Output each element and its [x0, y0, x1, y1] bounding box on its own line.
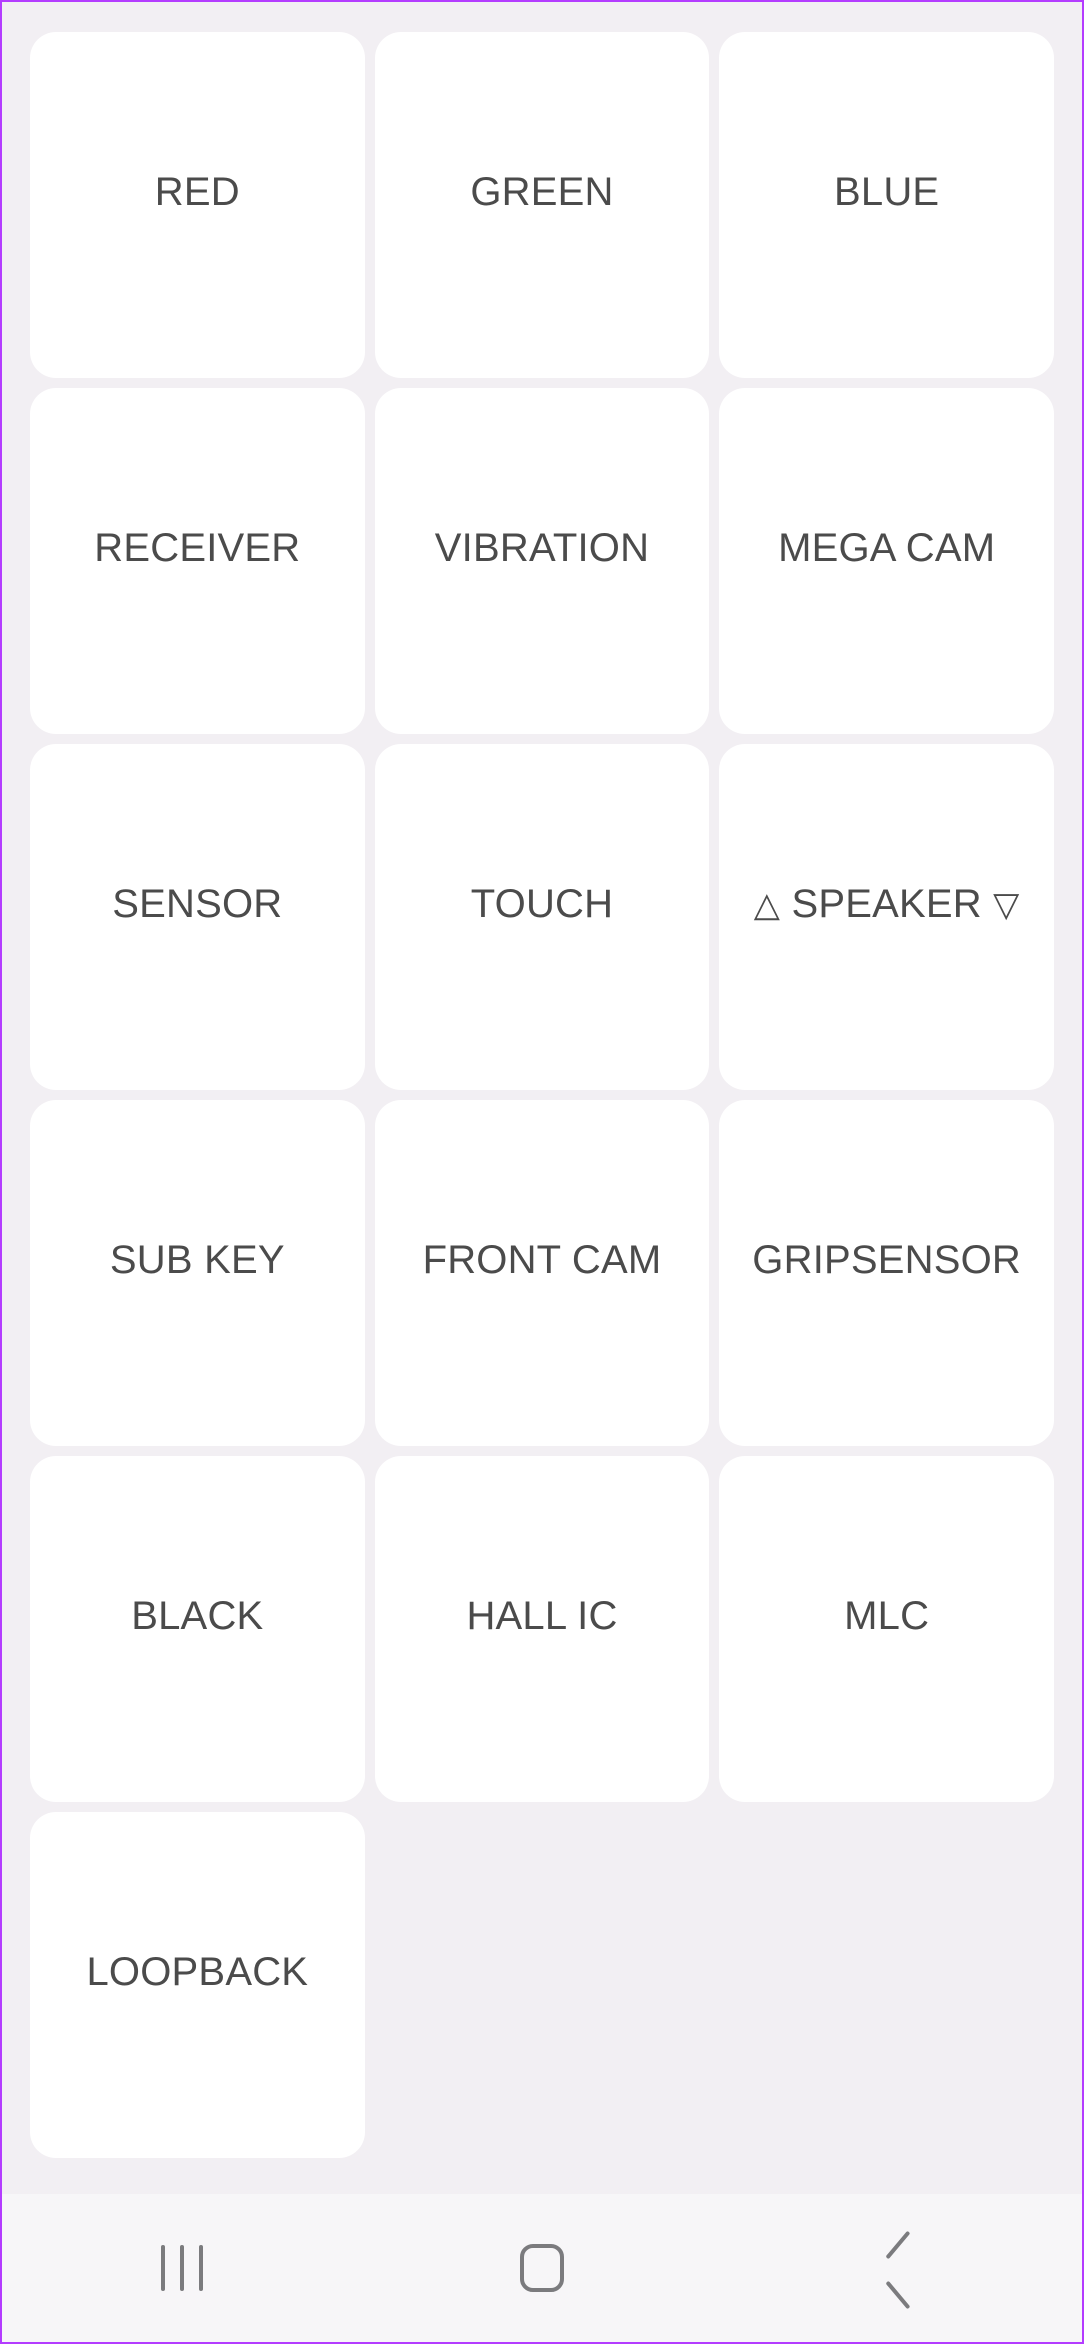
test-tile-label: SENSOR — [112, 882, 283, 926]
test-tile[interactable]: GREEN — [374, 32, 710, 378]
test-tile-label: △ SPEAKER ▽ — [753, 882, 1020, 926]
test-tile-label: MLC — [844, 1594, 930, 1638]
test-tile-label: HALL IC — [466, 1594, 618, 1638]
test-tile[interactable]: FRONT CAM — [374, 1100, 710, 1446]
test-tile-label: LOOPBACK — [86, 1950, 309, 1994]
test-tile-label: VIBRATION — [434, 526, 650, 570]
recents-button[interactable] — [82, 2194, 282, 2342]
test-tile-label: TOUCH — [470, 882, 614, 926]
test-tile[interactable]: SENSOR — [30, 744, 365, 1090]
test-tile-label: BLACK — [131, 1594, 264, 1638]
recents-icon — [161, 2245, 203, 2291]
test-tile-label: MEGA CAM — [778, 526, 996, 570]
test-tile[interactable]: BLUE — [719, 32, 1054, 378]
test-tile[interactable]: LOOPBACK — [30, 1812, 365, 2158]
test-tile[interactable]: SUB KEY — [30, 1100, 365, 1446]
chevron-left-icon — [885, 2244, 919, 2292]
system-navigation-bar — [2, 2194, 1082, 2342]
test-tile[interactable]: RED — [30, 32, 365, 378]
test-tile-label: GREEN — [470, 170, 614, 214]
test-tile[interactable]: TOUCH — [374, 744, 710, 1090]
test-tile-label: SUB KEY — [109, 1238, 285, 1282]
test-tile[interactable]: MEGA CAM — [719, 388, 1054, 734]
test-tile-label: RED — [154, 170, 240, 214]
test-tile[interactable]: GRIPSENSOR — [719, 1100, 1054, 1446]
home-icon — [520, 2244, 564, 2292]
test-tile[interactable]: VIBRATION — [374, 388, 710, 734]
hardware-test-grid: RED GREEN BLUE RECEIVER VIBRATION MEGA CAM SEN… — [2, 2, 1082, 2196]
test-tile[interactable]: HALL IC — [374, 1456, 710, 1802]
test-tile-label: FRONT CAM — [422, 1238, 662, 1282]
home-button[interactable] — [442, 2194, 642, 2342]
test-tile[interactable]: △ SPEAKER ▽ — [719, 744, 1054, 1090]
test-tile[interactable]: BLACK — [30, 1456, 365, 1802]
back-button[interactable] — [802, 2194, 1002, 2342]
test-tile-label: GRIPSENSOR — [752, 1238, 1022, 1282]
test-tile[interactable]: MLC — [719, 1456, 1054, 1802]
test-tile-label: BLUE — [834, 170, 940, 214]
device-screen: RED GREEN BLUE RECEIVER VIBRATION MEGA CAM SEN… — [0, 0, 1084, 2344]
test-tile-label: RECEIVER — [94, 526, 301, 570]
test-tile[interactable]: RECEIVER — [30, 388, 365, 734]
